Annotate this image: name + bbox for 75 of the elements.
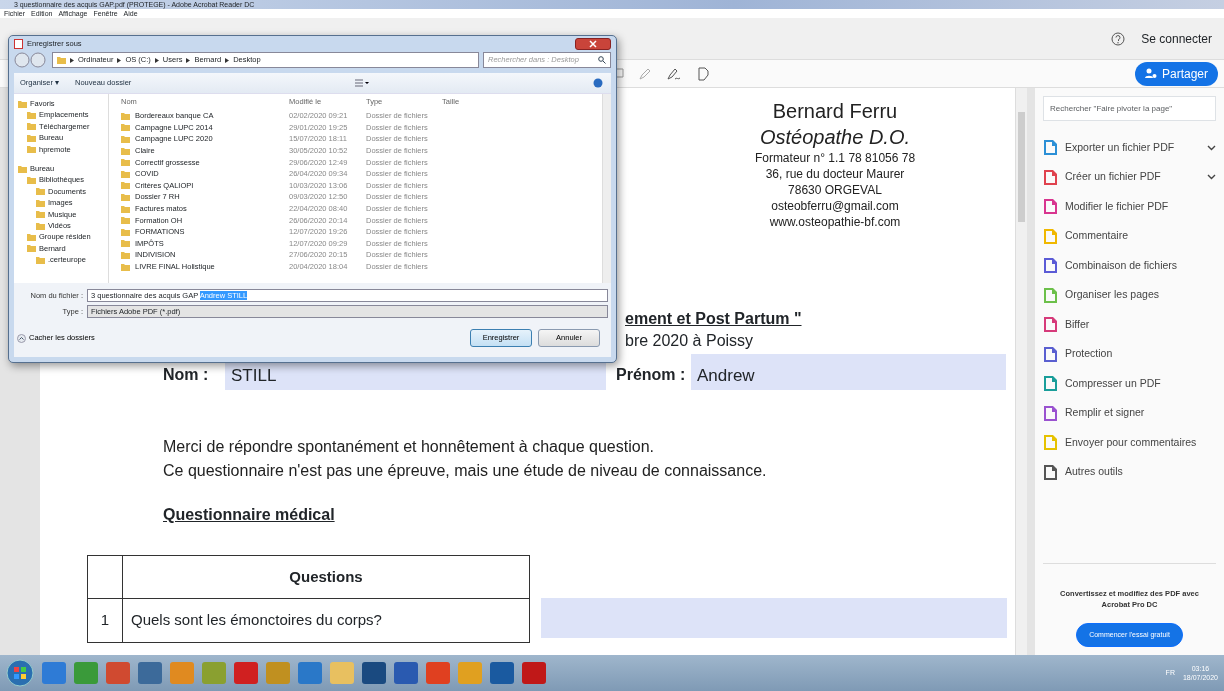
paragraph: Merci de répondre spontanément et honnêtement à chaque question. <box>163 437 655 457</box>
document-title: ement et Post Partum " <box>625 309 802 329</box>
close-icon <box>589 39 597 48</box>
taskbar-app-icon[interactable] <box>522 662 546 684</box>
taskbar-app-icon[interactable] <box>138 662 162 684</box>
panel-splitter[interactable] <box>1027 88 1035 655</box>
field-label: Nom : <box>163 366 210 385</box>
taskbar-app-icon[interactable] <box>202 662 226 684</box>
chevron-down-icon[interactable] <box>1207 174 1216 181</box>
back-forward-icon[interactable] <box>14 52 48 68</box>
tool-item[interactable]: Modifier le fichier PDF <box>1043 192 1216 222</box>
taskbar-app-icon[interactable] <box>490 662 514 684</box>
tool-item[interactable]: Créer un fichier PDF <box>1043 162 1216 192</box>
taskbar-app-icon[interactable] <box>458 662 482 684</box>
help-icon[interactable] <box>1111 31 1126 46</box>
answer-field[interactable] <box>541 598 1007 638</box>
taskbar-app-icon[interactable] <box>266 662 290 684</box>
sign-in-link[interactable]: Se connecter <box>1141 29 1212 48</box>
share-button[interactable]: Partager <box>1134 61 1218 86</box>
chevron-right-icon[interactable] <box>117 57 122 63</box>
person-add-icon <box>1144 68 1157 79</box>
contact-line: Formateur n° 1.1 78 81056 78 <box>753 150 917 166</box>
tool-item[interactable]: Combinaison de fichiers <box>1043 251 1216 281</box>
taskbar-app-icon[interactable] <box>42 662 66 684</box>
tool-item[interactable]: Autres outils <box>1043 457 1216 487</box>
question-text: Quels sont les émonctoires du corps? <box>131 611 382 628</box>
tool-item[interactable]: Protection <box>1043 339 1216 369</box>
taskbar-app-icon[interactable] <box>234 662 258 684</box>
tool-item[interactable]: Biffer <box>1043 310 1216 340</box>
taskbar-app-icon[interactable] <box>106 662 130 684</box>
close-button[interactable] <box>575 37 611 50</box>
chevron-right-icon[interactable] <box>154 57 159 63</box>
contact-line: 36, rue du docteur Maurer <box>764 166 906 182</box>
signature-icon[interactable] <box>666 66 682 81</box>
tools-search-field[interactable]: Rechercher "Faire pivoter la page" <box>1043 96 1216 121</box>
stamp-icon[interactable] <box>696 66 710 81</box>
author-title: Ostéopathe D.O. <box>758 125 912 150</box>
taskbar-app-icon[interactable] <box>426 662 450 684</box>
taskbar-app-icon[interactable] <box>394 662 418 684</box>
taskbar-app-icon[interactable] <box>170 662 194 684</box>
column-header: Questions <box>289 567 363 585</box>
vertical-scrollbar[interactable] <box>602 94 611 283</box>
chevron-right-icon[interactable] <box>70 57 74 63</box>
tool-item[interactable]: Remplir et signer <box>1043 398 1216 428</box>
tool-item[interactable]: Envoyer pour commentaires <box>1043 428 1216 458</box>
taskbar-app-icon[interactable] <box>362 662 386 684</box>
date-place-text: bre 2020 à Poissy <box>625 331 755 351</box>
author-name: Bernard Ferru <box>771 99 899 124</box>
contact-line: www.osteopathie-bf.com <box>768 214 902 230</box>
tool-item[interactable]: Compresser un PDF <box>1043 369 1216 399</box>
search-icon <box>598 56 606 64</box>
contact-line: 78630 ORGEVAL <box>787 182 883 198</box>
taskbar-app-icon[interactable] <box>74 662 98 684</box>
pen-icon[interactable] <box>638 66 652 81</box>
scrollbar-thumb[interactable] <box>1018 112 1025 222</box>
vertical-scrollbar[interactable] <box>1015 88 1027 655</box>
section-heading: Questionnaire médical <box>163 505 335 525</box>
tool-item[interactable]: Organiser les pages <box>1043 280 1216 310</box>
tool-item[interactable]: Commentaire <box>1043 221 1216 251</box>
chevron-down-icon[interactable] <box>1207 144 1216 151</box>
contact-line: osteobferru@gmail.com <box>770 198 900 214</box>
chevron-right-icon[interactable] <box>186 57 191 63</box>
paragraph: Ce questionnaire n'est pas une épreuve, mais une étude de niveau de connaissance. <box>163 461 768 481</box>
help-icon[interactable] <box>593 78 603 88</box>
view-icon[interactable] <box>355 79 370 87</box>
tool-item[interactable]: Exporter un fichier PDF <box>1043 133 1216 163</box>
chevron-right-icon[interactable] <box>225 57 230 63</box>
text-field[interactable]: Andrew <box>691 354 1006 390</box>
chevron-up-icon <box>17 333 26 343</box>
taskbar-app-icon[interactable] <box>298 662 322 684</box>
folder-icon <box>57 56 66 64</box>
start-icon[interactable] <box>6 659 34 687</box>
taskbar-app-icon[interactable] <box>330 662 354 684</box>
row-number: 1 <box>100 611 110 628</box>
pdf-icon <box>14 38 23 49</box>
